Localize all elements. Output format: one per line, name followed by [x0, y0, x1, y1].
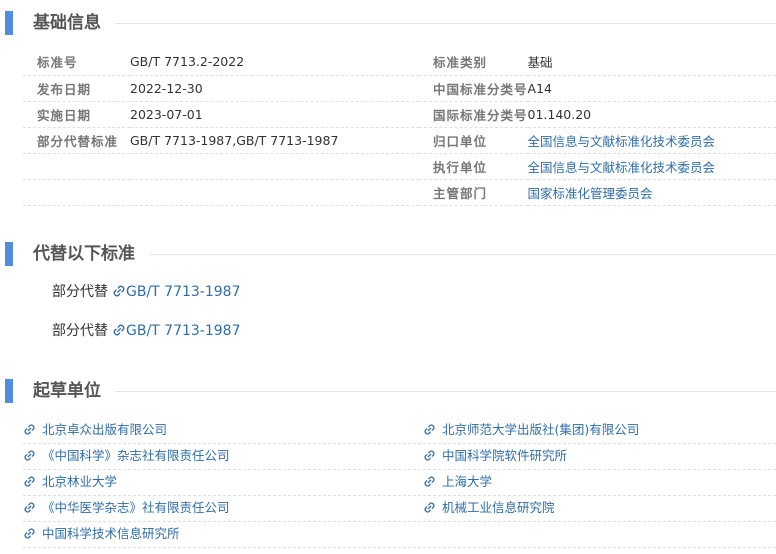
drafter-name: 北京林业大学 — [42, 474, 118, 489]
link-icon — [24, 424, 35, 435]
table-row: 执行单位 全国信息与文献标准化技术委员会 — [23, 153, 776, 180]
section-title-replaces: 代替以下标准 — [33, 244, 135, 264]
section-replaces: 代替以下标准 — [0, 241, 776, 267]
section-accent-bar — [5, 242, 13, 266]
list-item: 部分代替 GB/T 7713-1987 — [52, 282, 240, 321]
row-divider — [23, 469, 776, 470]
drafter-name: 中国科学技术信息研究所 — [42, 526, 180, 541]
section-basic-info: 基础信息 — [0, 10, 776, 36]
drafter-link[interactable]: 上海大学 — [423, 469, 492, 495]
info-label — [23, 179, 130, 206]
drafter-link[interactable]: 北京卓众出版有限公司 — [23, 417, 167, 443]
table-row: 发布日期 2022-12-30 中国标准分类号 A14 — [23, 75, 776, 102]
info-label — [23, 153, 130, 180]
info-label: 执行单位 — [419, 153, 528, 180]
link-icon — [24, 450, 35, 461]
info-link[interactable]: 国家标准化管理委员会 — [527, 179, 776, 206]
info-value: GB/T 7713-1987,GB/T 7713-1987 — [130, 127, 419, 154]
row-divider — [23, 547, 776, 548]
info-label: 归口单位 — [419, 127, 528, 154]
drafter-name: 北京师范大学出版社(集团)有限公司 — [442, 422, 640, 437]
drafter-link[interactable]: 北京师范大学出版社(集团)有限公司 — [423, 417, 639, 443]
info-link[interactable]: 全国信息与文献标准化技术委员会 — [527, 127, 776, 154]
link-icon — [424, 502, 435, 513]
info-value: 01.140.20 — [527, 101, 776, 128]
drafter-name: 《中华医学杂志》社有限责任公司 — [42, 500, 230, 515]
drafter-link[interactable]: 《中国科学》杂志社有限责任公司 — [23, 443, 230, 469]
info-label: 国际标准分类号 — [419, 101, 528, 128]
info-value: A14 — [527, 75, 776, 102]
drafter-name: 中国科学院软件研究所 — [442, 448, 568, 463]
drafter-link[interactable]: 中国科学技术信息研究所 — [23, 521, 180, 547]
replace-relation: 部分代替 — [52, 323, 108, 339]
replaced-standards-list: 部分代替 GB/T 7713-1987 部分代替 GB/T 7713-1987 — [52, 282, 240, 360]
standard-info-table: 标准号 GB/T 7713.2-2022 标准类别 基础 发布日期 2022-1… — [23, 49, 776, 206]
section-divider — [150, 254, 776, 255]
section-accent-bar — [5, 11, 13, 35]
drafter-name: 上海大学 — [442, 474, 493, 489]
info-link[interactable]: 全国信息与文献标准化技术委员会 — [527, 153, 776, 180]
section-accent-bar — [5, 379, 13, 403]
link-icon — [24, 528, 35, 539]
replaced-standard-link[interactable]: GB/T 7713-1987 — [126, 323, 240, 339]
link-icon — [424, 450, 435, 461]
info-value: 2023-07-01 — [130, 101, 419, 128]
link-icon — [113, 324, 125, 336]
table-row: 实施日期 2023-07-01 国际标准分类号 01.140.20 — [23, 101, 776, 128]
link-icon — [24, 476, 35, 487]
info-label: 主管部门 — [419, 179, 528, 206]
info-value: 基础 — [527, 49, 776, 76]
replace-relation: 部分代替 — [52, 284, 108, 300]
section-drafters: 起草单位 — [0, 378, 776, 404]
drafter-name: 《中国科学》杂志社有限责任公司 — [42, 448, 230, 463]
table-row: 部分代替标准 GB/T 7713-1987,GB/T 7713-1987 归口单… — [23, 127, 776, 154]
list-item: 部分代替 GB/T 7713-1987 — [52, 321, 240, 360]
replaced-standard-link[interactable]: GB/T 7713-1987 — [126, 284, 240, 300]
drafter-link[interactable]: 北京林业大学 — [23, 469, 117, 495]
info-label: 标准号 — [23, 49, 130, 76]
section-divider — [115, 391, 776, 392]
info-label: 中国标准分类号 — [419, 75, 528, 102]
info-label: 标准类别 — [419, 49, 528, 76]
info-label: 实施日期 — [23, 101, 130, 128]
info-value — [130, 179, 419, 206]
link-icon — [424, 424, 435, 435]
section-title-drafters: 起草单位 — [33, 381, 101, 401]
drafter-link[interactable]: 中国科学院软件研究所 — [423, 443, 567, 469]
link-icon — [113, 285, 125, 297]
drafter-link[interactable]: 机械工业信息研究院 — [423, 495, 555, 521]
drafter-name: 北京卓众出版有限公司 — [42, 422, 168, 437]
link-icon — [24, 502, 35, 513]
section-divider — [115, 23, 776, 24]
info-label: 发布日期 — [23, 75, 130, 102]
table-row: 主管部门 国家标准化管理委员会 — [23, 179, 776, 206]
section-title-basic-info: 基础信息 — [33, 13, 101, 33]
drafter-link[interactable]: 《中华医学杂志》社有限责任公司 — [23, 495, 230, 521]
info-value: 2022-12-30 — [130, 75, 419, 102]
info-label: 部分代替标准 — [23, 127, 130, 154]
link-icon — [424, 476, 435, 487]
info-value — [130, 153, 419, 180]
info-value: GB/T 7713.2-2022 — [130, 49, 419, 76]
table-row: 标准号 GB/T 7713.2-2022 标准类别 基础 — [23, 49, 776, 76]
drafter-name: 机械工业信息研究院 — [442, 500, 555, 515]
